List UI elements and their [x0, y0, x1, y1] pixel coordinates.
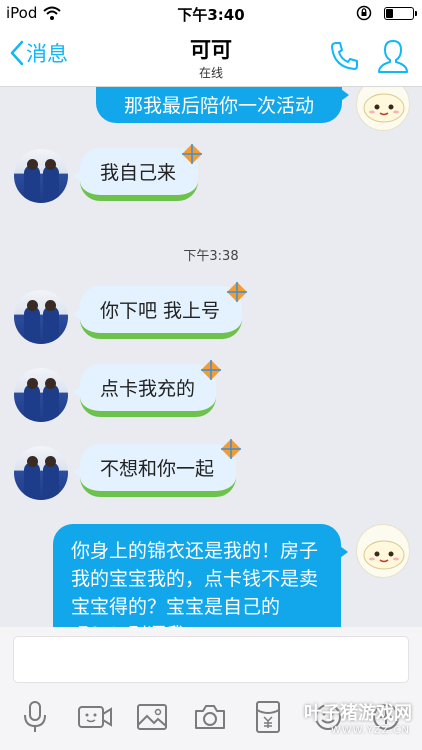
nav-bar: 消息 可可 在线: [0, 26, 422, 87]
image-icon: [137, 704, 167, 730]
message-text: 那我最后陪你一次活动: [123, 95, 314, 117]
message-text: 我自己来: [100, 162, 177, 184]
video-icon: [78, 706, 112, 728]
profile-button[interactable]: [376, 38, 410, 78]
avatar-contact[interactable]: [14, 368, 68, 422]
microphone-icon: [24, 701, 46, 732]
orientation-lock-icon: [356, 5, 372, 21]
input-area: 叶子猪游戏网 WWW.YZZ.CN: [0, 627, 422, 750]
avatar-self[interactable]: [356, 87, 410, 131]
camera-icon: [195, 705, 225, 729]
video-button[interactable]: [75, 697, 115, 737]
message-text: 不想和你一起: [100, 458, 215, 480]
message-input[interactable]: [13, 636, 409, 683]
steamed-bun-face-icon: [363, 540, 405, 570]
avatar-contact[interactable]: [14, 149, 68, 203]
phone-button[interactable]: [328, 40, 360, 76]
kite-icon: [182, 144, 202, 164]
message-bubble-incoming[interactable]: 你下吧 我上号: [73, 286, 242, 339]
message-text: 你身上的锦衣还是我的！房子我的宝宝我的，点卡钱不是卖宝宝得的？宝宝是自己的吗？！…: [71, 540, 319, 627]
avatar-contact[interactable]: [14, 290, 68, 344]
red-packet-icon: [256, 701, 280, 733]
kite-icon: [201, 360, 221, 380]
message-bubble-outgoing[interactable]: 你身上的锦衣还是我的！房子我的宝宝我的，点卡钱不是卖宝宝得的？宝宝是自己的吗？！…: [53, 524, 348, 627]
status-bar: iPod 下午3:40: [0, 0, 422, 26]
voice-button[interactable]: [15, 697, 55, 737]
battery-icon: [384, 6, 417, 20]
watermark-url: WWW.YZZ.CN: [330, 725, 410, 736]
red-packet-button[interactable]: [248, 697, 288, 737]
status-right: [356, 5, 417, 21]
message-bubble-incoming[interactable]: 点卡我充的: [73, 364, 216, 417]
message-text: 点卡我充的: [100, 378, 196, 400]
message-bubble-outgoing[interactable]: 那我最后陪你一次活动: [96, 87, 349, 123]
image-button[interactable]: [132, 697, 172, 737]
phone-icon: [331, 42, 358, 70]
profile-icon: [378, 40, 408, 73]
battery-fill: [386, 8, 393, 18]
camera-button[interactable]: [190, 697, 230, 737]
message-text: 你下吧 我上号: [100, 300, 221, 322]
watermark: 叶子猪游戏网: [304, 703, 412, 724]
kite-icon: [227, 282, 247, 302]
message-bubble-incoming[interactable]: 不想和你一起: [73, 444, 236, 497]
avatar-contact[interactable]: [14, 446, 68, 500]
steamed-bun-face-icon: [363, 93, 405, 123]
chat-area[interactable]: 那我最后陪你一次活动 我自己来 下午3:38 你下吧 我上号 点卡我充的 不想和…: [0, 87, 422, 627]
timestamp: 下午3:38: [183, 249, 239, 264]
avatar-self[interactable]: [356, 524, 410, 578]
kite-icon: [221, 439, 241, 459]
